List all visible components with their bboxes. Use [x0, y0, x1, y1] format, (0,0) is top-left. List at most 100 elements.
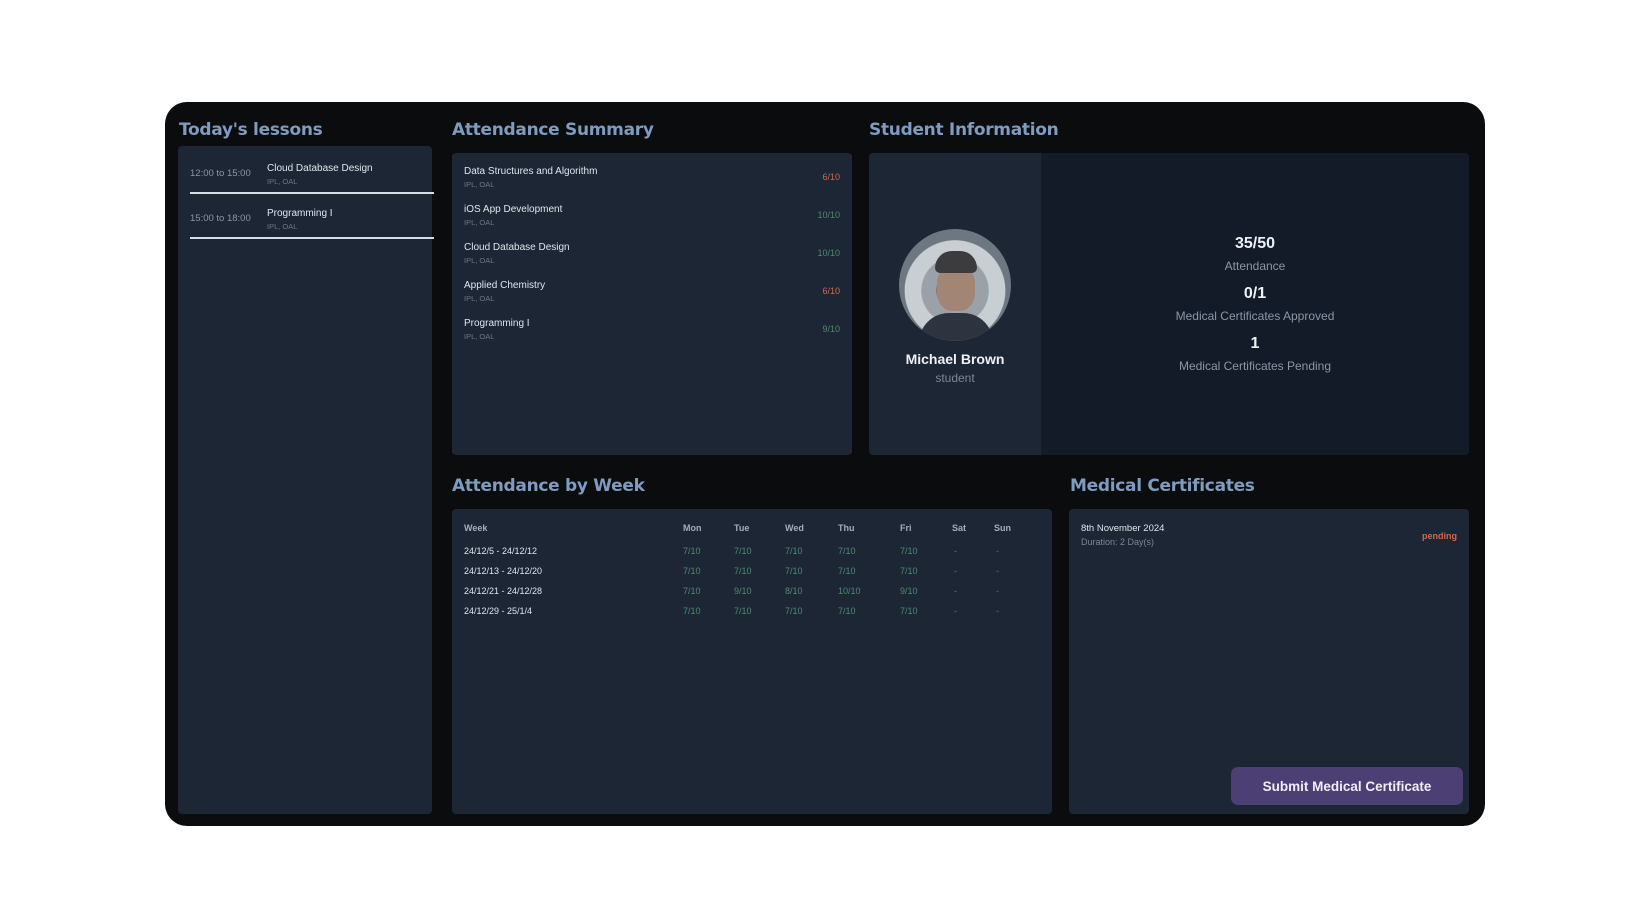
thu-value: 7/10 — [838, 546, 856, 556]
fri-value: 7/10 — [900, 546, 918, 556]
lesson-location: IPL, OAL — [267, 222, 298, 231]
fri-value: 7/10 — [900, 566, 918, 576]
certificates-pending-label: Medical Certificates Pending — [1178, 359, 1332, 373]
lesson-item[interactable]: 15:00 to 18:00 Programming I IPL, OAL — [190, 195, 434, 239]
summary-row[interactable]: iOS App Development IPL, OAL 10/10 — [464, 204, 840, 238]
wed-column-header: Wed — [785, 523, 804, 533]
certificates-approved-label: Medical Certificates Approved — [1175, 309, 1335, 323]
wed-value: 7/10 — [785, 606, 803, 616]
lesson-name: Cloud Database Design — [267, 163, 373, 174]
lesson-name: Programming I — [267, 208, 333, 219]
medical-certificates-title: Medical Certificates — [1070, 476, 1255, 496]
course-location: IPL, OAL — [464, 180, 495, 189]
tue-value: 7/10 — [734, 566, 752, 576]
course-name: iOS App Development — [464, 204, 563, 215]
thu-value: 10/10 — [838, 586, 861, 596]
course-attendance-value: 9/10 — [822, 324, 840, 334]
thu-value: 7/10 — [838, 566, 856, 576]
sat-value: - — [954, 546, 957, 556]
mon-value: 7/10 — [683, 606, 701, 616]
week-range: 24/12/5 - 24/12/12 — [464, 546, 538, 556]
week-range: 24/12/13 - 24/12/20 — [464, 566, 543, 576]
attendance-total-value: 35/50 — [1234, 235, 1276, 252]
course-location: IPL, OAL — [464, 332, 495, 341]
tue-value: 7/10 — [734, 546, 752, 556]
attendance-summary-title: Attendance Summary — [452, 120, 654, 140]
mon-value: 7/10 — [683, 546, 701, 556]
lesson-time: 15:00 to 18:00 — [190, 213, 251, 224]
summary-row[interactable]: Data Structures and Algorithm IPL, OAL 6… — [464, 166, 840, 200]
attendance-by-week-title: Attendance by Week — [452, 476, 645, 496]
attendance-total-label: Attendance — [1224, 259, 1286, 273]
course-attendance-value: 6/10 — [822, 286, 840, 296]
course-attendance-value: 6/10 — [822, 172, 840, 182]
course-location: IPL, OAL — [464, 256, 495, 265]
sat-value: - — [954, 606, 957, 616]
summary-row[interactable]: Applied Chemistry IPL, OAL 6/10 — [464, 280, 840, 314]
table-row[interactable]: 24/12/13 - 24/12/20 7/10 7/10 7/10 7/10 … — [452, 566, 1052, 584]
student-name: Michael Brown — [905, 351, 1005, 367]
tue-value: 9/10 — [734, 586, 752, 596]
dashboard-window: Today's lessons 12:00 to 15:00 Cloud Dat… — [165, 102, 1485, 826]
certificates-pending-value: 1 — [1250, 335, 1260, 352]
attendance-summary-panel: Data Structures and Algorithm IPL, OAL 6… — [452, 153, 852, 455]
course-location: IPL, OAL — [464, 294, 495, 303]
student-info-title: Student Information — [869, 120, 1059, 140]
avatar-hair — [935, 251, 977, 273]
thu-value: 7/10 — [838, 606, 856, 616]
student-stats: 35/50 Attendance 0/1 Medical Certificate… — [1041, 153, 1469, 455]
lesson-location: IPL, OAL — [267, 177, 298, 186]
sun-value: - — [996, 546, 999, 556]
certificate-item[interactable]: 8th November 2024 Duration: 2 Day(s) pen… — [1069, 509, 1469, 557]
medical-certificates-panel: 8th November 2024 Duration: 2 Day(s) pen… — [1069, 509, 1469, 814]
student-role: student — [935, 371, 975, 385]
submit-medical-certificate-button[interactable]: Submit Medical Certificate — [1231, 767, 1463, 805]
tue-column-header: Tue — [734, 523, 750, 533]
lesson-item[interactable]: 12:00 to 15:00 Cloud Database Design IPL… — [190, 150, 434, 194]
mon-value: 7/10 — [683, 586, 701, 596]
table-row[interactable]: 24/12/5 - 24/12/12 7/10 7/10 7/10 7/10 7… — [452, 546, 1052, 564]
course-attendance-value: 10/10 — [817, 248, 840, 258]
lessons-panel: 12:00 to 15:00 Cloud Database Design IPL… — [178, 146, 434, 814]
mon-column-header: Mon — [683, 523, 702, 533]
table-row[interactable]: 24/12/21 - 24/12/28 7/10 9/10 8/10 10/10… — [452, 586, 1052, 604]
wed-value: 7/10 — [785, 566, 803, 576]
wed-value: 7/10 — [785, 546, 803, 556]
course-attendance-value: 10/10 — [817, 210, 840, 220]
avatar[interactable] — [899, 229, 1011, 341]
wed-value: 8/10 — [785, 586, 803, 596]
certificate-date: 8th November 2024 — [1081, 523, 1165, 534]
sat-value: - — [954, 586, 957, 596]
course-name: Applied Chemistry — [464, 280, 546, 291]
course-name: Cloud Database Design — [464, 242, 570, 253]
sun-value: - — [996, 586, 999, 596]
course-name: Data Structures and Algorithm — [464, 166, 598, 177]
certificate-duration: Duration: 2 Day(s) — [1081, 537, 1155, 547]
lessons-title: Today's lessons — [179, 120, 323, 140]
thu-column-header: Thu — [838, 523, 855, 533]
tue-value: 7/10 — [734, 606, 752, 616]
lesson-time: 12:00 to 15:00 — [190, 168, 251, 179]
student-info-panel: Michael Brown student 35/50 Attendance 0… — [869, 153, 1469, 455]
attendance-by-week-panel: Week Mon Tue Wed Thu Fri Sat Sun 24/12/5… — [452, 509, 1052, 814]
course-location: IPL, OAL — [464, 218, 495, 227]
sun-value: - — [996, 606, 999, 616]
fri-value: 9/10 — [900, 586, 918, 596]
sat-column-header: Sat — [952, 523, 967, 533]
avatar-shirt — [919, 313, 993, 341]
week-range: 24/12/21 - 24/12/28 — [464, 586, 543, 596]
certificates-approved-value: 0/1 — [1243, 285, 1267, 302]
sun-value: - — [996, 566, 999, 576]
week-range: 24/12/29 - 25/1/4 — [464, 606, 533, 616]
summary-row[interactable]: Programming I IPL, OAL 9/10 — [464, 318, 840, 352]
fri-value: 7/10 — [900, 606, 918, 616]
profile-card: Michael Brown student — [869, 153, 1041, 455]
fri-column-header: Fri — [900, 523, 912, 533]
certificate-status-badge: pending — [1422, 531, 1457, 541]
mon-value: 7/10 — [683, 566, 701, 576]
sat-value: - — [954, 566, 957, 576]
course-name: Programming I — [464, 318, 530, 329]
summary-row[interactable]: Cloud Database Design IPL, OAL 10/10 — [464, 242, 840, 276]
table-row[interactable]: 24/12/29 - 25/1/4 7/10 7/10 7/10 7/10 7/… — [452, 606, 1052, 624]
sun-column-header: Sun — [994, 523, 1011, 533]
